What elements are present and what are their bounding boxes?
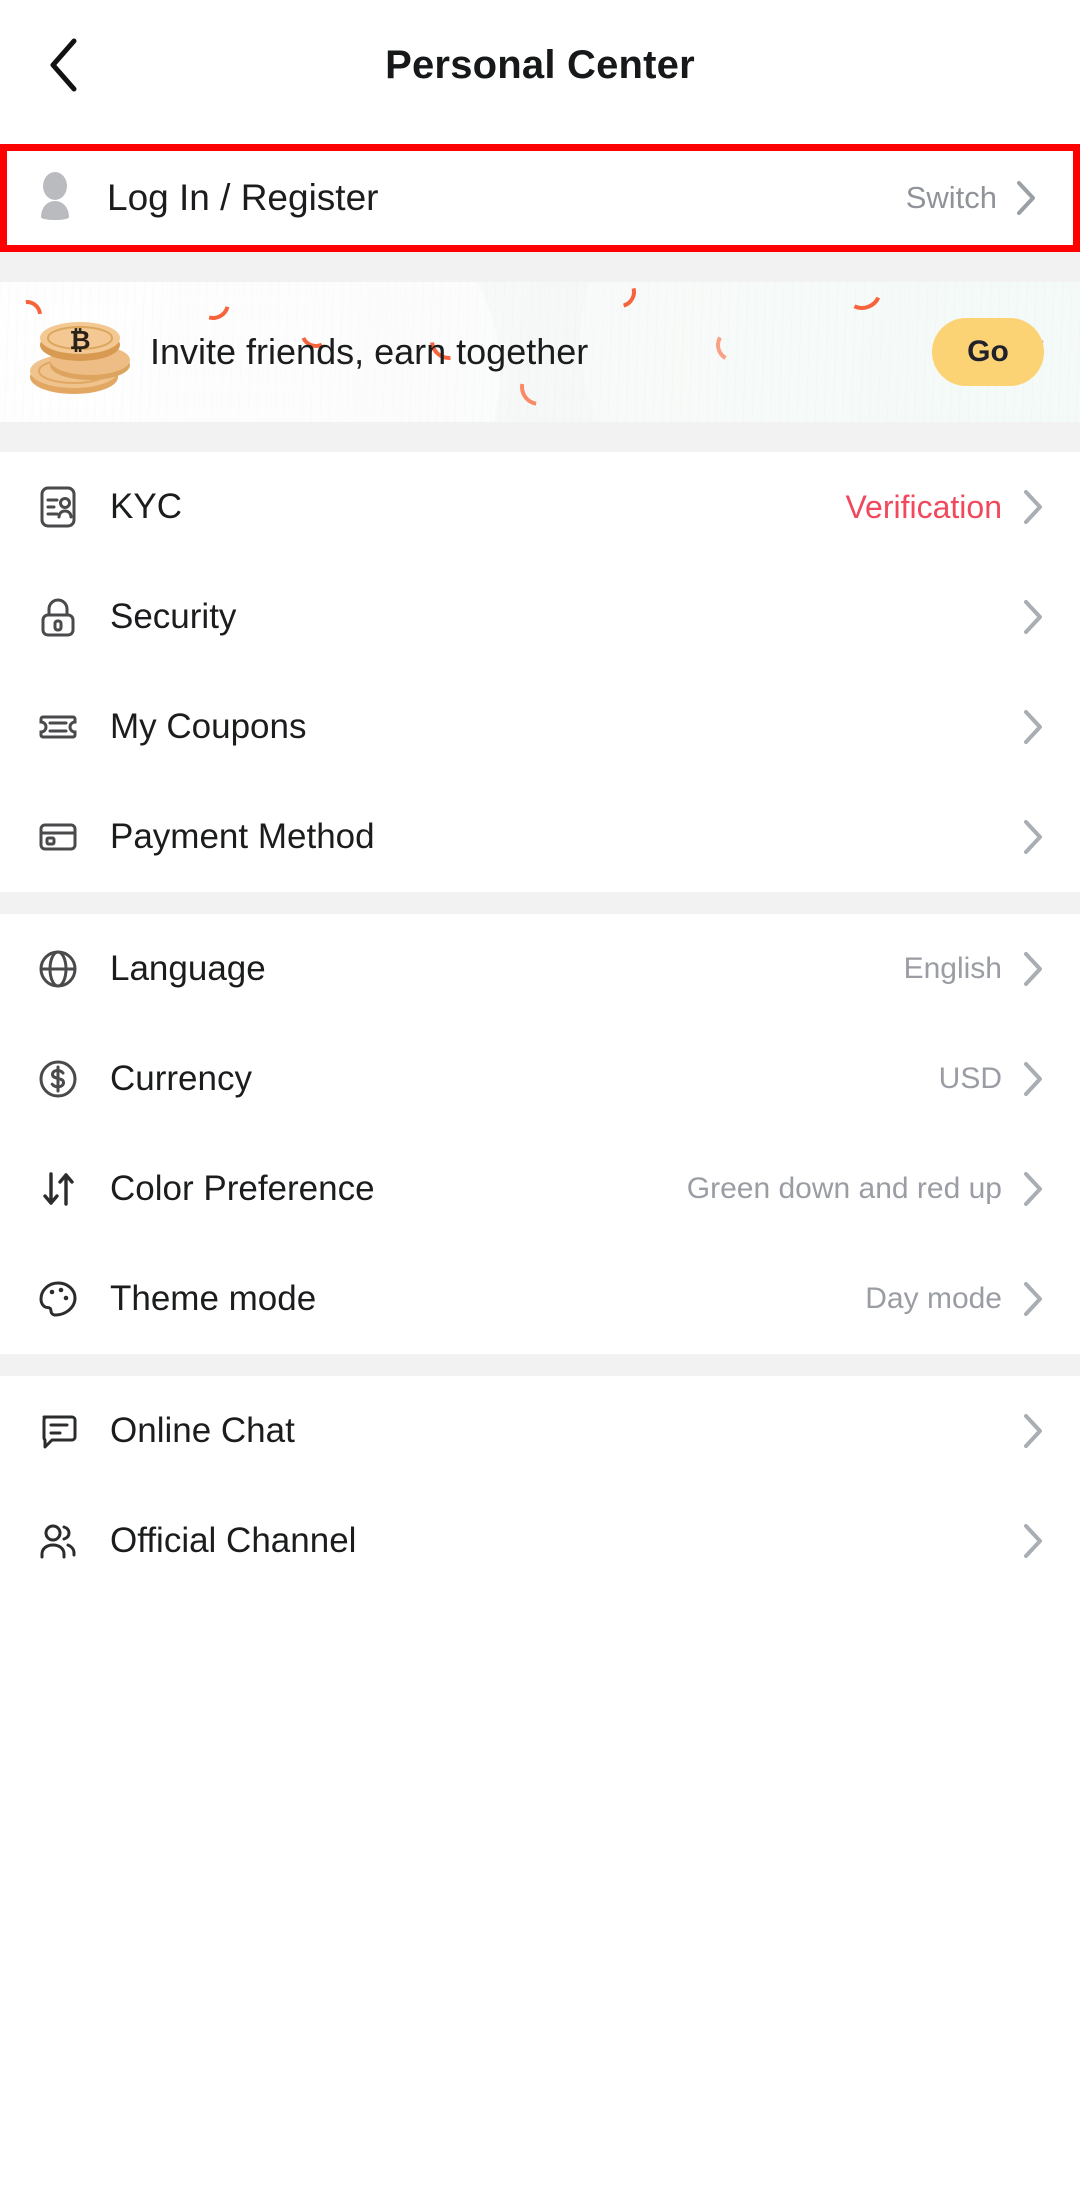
row-language[interactable]: Language English: [0, 914, 1080, 1024]
chevron-right-icon: [1022, 489, 1044, 525]
chevron-right-icon: [1022, 951, 1044, 987]
row-label: Theme mode: [110, 1279, 317, 1318]
row-label: Official Channel: [110, 1521, 357, 1560]
chevron-right-icon: [1022, 1171, 1044, 1207]
section-divider: [0, 422, 1080, 452]
preferences-section: Language English Currency USD Color Pref…: [0, 914, 1080, 1354]
chevron-right-icon: [1022, 709, 1044, 745]
chevron-right-icon: [1022, 819, 1044, 855]
page-header: Personal Center: [0, 0, 1080, 130]
row-online-chat[interactable]: Online Chat: [0, 1376, 1080, 1486]
row-value: Verification: [845, 488, 1002, 525]
coupon-ticket-icon: [34, 703, 82, 751]
invite-banner[interactable]: ₿ Invite friends, earn together Go: [0, 282, 1080, 422]
switch-account-label[interactable]: Switch: [906, 180, 997, 216]
bitcoin-coins-icon: ₿: [26, 305, 136, 400]
chevron-right-icon: [1022, 1281, 1044, 1317]
invite-banner-text: Invite friends, earn together: [150, 331, 589, 372]
row-my-coupons[interactable]: My Coupons: [0, 672, 1080, 782]
chevron-right-icon: [1022, 1061, 1044, 1097]
row-label: KYC: [110, 487, 182, 526]
updown-arrows-icon: [34, 1165, 82, 1213]
row-value: English: [903, 952, 1002, 985]
row-value: Green down and red up: [686, 1172, 1002, 1205]
support-section: Online Chat Official Channel: [0, 1376, 1080, 1596]
chevron-right-icon: [1015, 180, 1037, 216]
page-title: Personal Center: [385, 42, 695, 87]
row-official-channel[interactable]: Official Channel: [0, 1486, 1080, 1596]
chevron-right-icon: [1022, 599, 1044, 635]
dollar-circle-icon: [34, 1055, 82, 1103]
chevron-right-icon: [1022, 1523, 1044, 1559]
row-value: Day mode: [865, 1282, 1002, 1315]
row-label: My Coupons: [110, 707, 307, 746]
chevron-left-icon: [45, 36, 81, 94]
back-button[interactable]: [28, 30, 98, 100]
section-divider: [0, 892, 1080, 914]
row-label: Security: [110, 597, 237, 636]
row-value: USD: [938, 1062, 1002, 1095]
row-payment-method[interactable]: Payment Method: [0, 782, 1080, 892]
row-theme-mode[interactable]: Theme mode Day mode: [0, 1244, 1080, 1354]
id-card-icon: [34, 483, 82, 531]
row-label: Color Preference: [110, 1169, 375, 1208]
row-color-preference[interactable]: Color Preference Green down and red up: [0, 1134, 1080, 1244]
svg-text:₿: ₿: [69, 325, 90, 355]
lock-icon: [34, 593, 82, 641]
people-group-icon: [34, 1517, 82, 1565]
invite-go-button[interactable]: Go: [932, 318, 1044, 386]
login-register-row[interactable]: Log In / Register Switch: [0, 144, 1080, 252]
row-label: Payment Method: [110, 817, 375, 856]
account-section: KYC Verification Security My Coupons Pay…: [0, 452, 1080, 892]
palette-icon: [34, 1275, 82, 1323]
section-divider: [0, 1354, 1080, 1376]
user-avatar-icon: [29, 172, 81, 224]
row-security[interactable]: Security: [0, 562, 1080, 672]
credit-card-icon: [34, 813, 82, 861]
row-currency[interactable]: Currency USD: [0, 1024, 1080, 1134]
row-kyc[interactable]: KYC Verification: [0, 452, 1080, 562]
globe-icon: [34, 945, 82, 993]
login-register-label: Log In / Register: [107, 177, 379, 218]
chevron-right-icon: [1022, 1413, 1044, 1449]
row-label: Language: [110, 949, 266, 988]
row-label: Currency: [110, 1059, 252, 1098]
section-divider: [0, 252, 1080, 282]
chat-bubble-icon: [34, 1407, 82, 1455]
row-label: Online Chat: [110, 1411, 295, 1450]
